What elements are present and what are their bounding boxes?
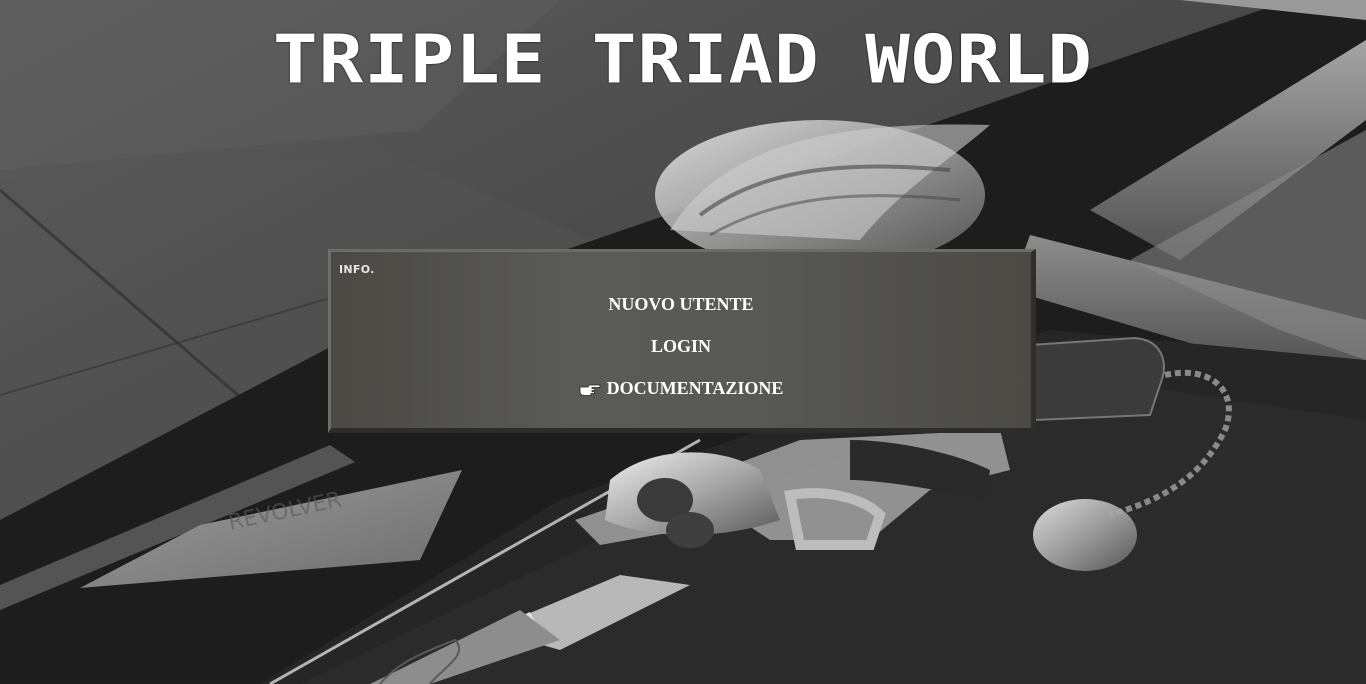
pointing-hand-icon <box>579 378 601 406</box>
site-title: TRIPLE TRIAD WORLD <box>273 21 1093 99</box>
menu-item-documentazione: DOCUMENTAZIONE <box>331 374 1031 416</box>
documentation-link[interactable]: DOCUMENTAZIONE <box>607 378 784 398</box>
menu-item-login: LOGIN <box>331 332 1031 374</box>
login-link[interactable]: LOGIN <box>651 336 711 356</box>
new-user-link[interactable]: NUOVO UTENTE <box>608 294 753 314</box>
menu-item-nuovo-utente: NUOVO UTENTE <box>331 290 1031 332</box>
info-panel-heading: INFO. <box>339 263 375 276</box>
page-background: REVOLVER TRIPLE TRIAD WORLD INFO. NUOVO … <box>0 0 1366 684</box>
info-menu: NUOVO UTENTE LOGIN DOCUMENTAZIONE <box>331 290 1031 416</box>
info-panel: INFO. NUOVO UTENTE LOGIN DOCUMENTAZIONE <box>328 249 1036 433</box>
